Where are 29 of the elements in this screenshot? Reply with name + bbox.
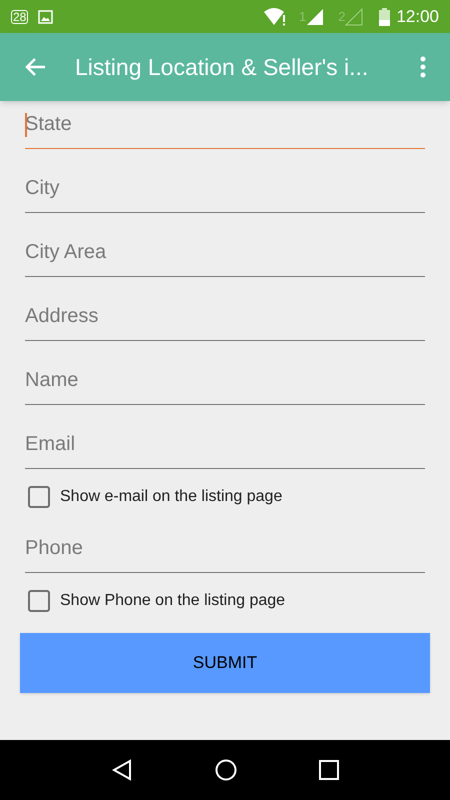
image-icon bbox=[38, 10, 54, 24]
more-options-icon bbox=[420, 56, 426, 78]
back-arrow-icon bbox=[24, 57, 46, 77]
wifi-icon bbox=[262, 6, 287, 26]
text-field[interactable]: City Area bbox=[25, 229, 425, 277]
more-options-button[interactable] bbox=[418, 55, 428, 79]
sim-label: 2 bbox=[338, 8, 346, 26]
text-field[interactable]: Name bbox=[25, 357, 425, 405]
sim-label: 1 bbox=[298, 8, 306, 26]
text-field[interactable]: Email bbox=[25, 421, 425, 469]
recent-apps-icon[interactable] bbox=[319, 760, 339, 780]
submit-button[interactable]: SUBMIT bbox=[20, 633, 430, 693]
home-icon[interactable] bbox=[215, 759, 237, 781]
clock: 12:00 bbox=[396, 6, 439, 28]
signal-icon bbox=[306, 8, 324, 26]
text-field[interactable]: State bbox=[25, 101, 425, 149]
checkbox-label: Show e-mail on the listing page bbox=[60, 487, 282, 507]
text-field[interactable]: City bbox=[25, 165, 425, 213]
signal-icon bbox=[345, 8, 364, 26]
checkbox[interactable] bbox=[28, 486, 50, 508]
checkbox-label: Show Phone on the listing page bbox=[60, 591, 286, 611]
text-field[interactable]: Phone bbox=[25, 525, 425, 573]
battery-icon bbox=[379, 8, 390, 26]
back-icon[interactable] bbox=[111, 759, 133, 781]
notification-badge: 28 bbox=[11, 10, 28, 24]
checkbox[interactable] bbox=[28, 590, 50, 612]
screen-title: Listing Location & Seller's i... bbox=[75, 52, 368, 82]
text-field[interactable]: Address bbox=[25, 293, 425, 341]
text-cursor bbox=[25, 113, 26, 137]
